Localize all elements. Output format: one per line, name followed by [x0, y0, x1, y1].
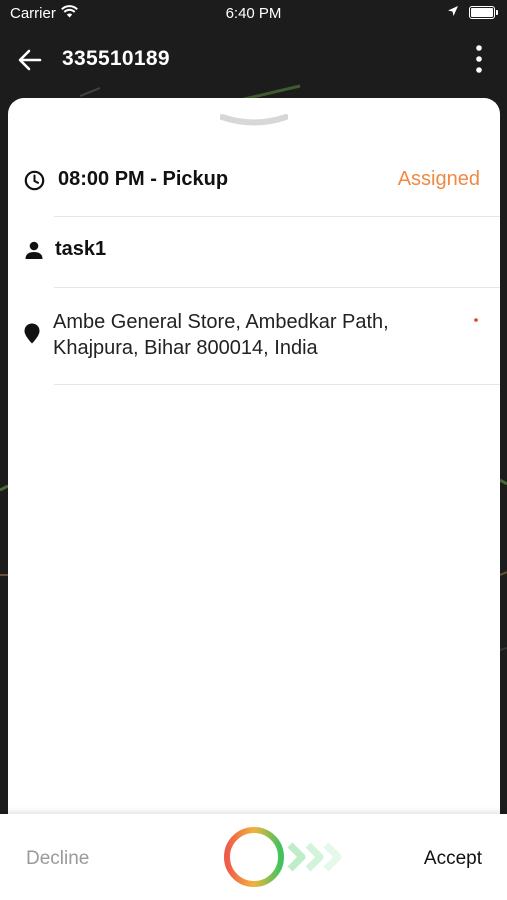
- person-icon: [24, 240, 44, 265]
- action-bar: Decline Accept: [0, 814, 507, 900]
- status-badge: Assigned: [397, 168, 480, 190]
- carrier-info: Carrier: [10, 5, 78, 22]
- accept-button[interactable]: Accept: [424, 848, 482, 870]
- divider: [54, 287, 500, 288]
- task-name-row: task1: [8, 238, 500, 268]
- page-title: 335510189: [62, 47, 170, 70]
- chevron-down-icon: [219, 114, 289, 126]
- chevron-right-icon: [323, 842, 342, 872]
- decline-button[interactable]: Decline: [26, 848, 89, 870]
- divider: [54, 216, 500, 217]
- task-name: task1: [55, 238, 107, 260]
- map-marker-icon: [474, 311, 478, 322]
- more-options-button[interactable]: [473, 42, 485, 76]
- more-vertical-icon: [476, 45, 482, 73]
- wifi-icon: [60, 5, 78, 22]
- chevron-right-icon: [287, 842, 306, 872]
- task-detail-sheet: 08:00 PM - Pickup Assigned task1 Ambe Ge…: [8, 98, 500, 818]
- status-right: [447, 4, 498, 21]
- battery-icon: [469, 6, 498, 19]
- sheet-drag-handle[interactable]: [219, 114, 289, 128]
- slider-knob-ring-icon: [224, 827, 284, 887]
- arrow-left-icon: [18, 49, 42, 71]
- task-address: Ambe General Store, Ambedkar Path, Khajp…: [53, 311, 389, 359]
- clock-icon: [24, 170, 45, 196]
- location-arrow-icon: [447, 4, 459, 21]
- chevron-right-icon: [305, 842, 324, 872]
- divider: [54, 384, 500, 385]
- status-bar: Carrier 6:40 PM: [0, 0, 507, 28]
- map-pin-icon: [24, 323, 40, 349]
- pickup-time-label: 08:00 PM - Pickup: [58, 168, 229, 190]
- address-row[interactable]: Ambe General Store, Ambedkar Path, Khajp…: [8, 309, 500, 369]
- pickup-time-row: 08:00 PM - Pickup Assigned: [8, 168, 500, 198]
- swipe-to-accept-slider[interactable]: [222, 826, 358, 890]
- top-nav: 335510189: [0, 36, 507, 84]
- carrier-label: Carrier: [10, 5, 56, 22]
- back-button[interactable]: [16, 46, 44, 74]
